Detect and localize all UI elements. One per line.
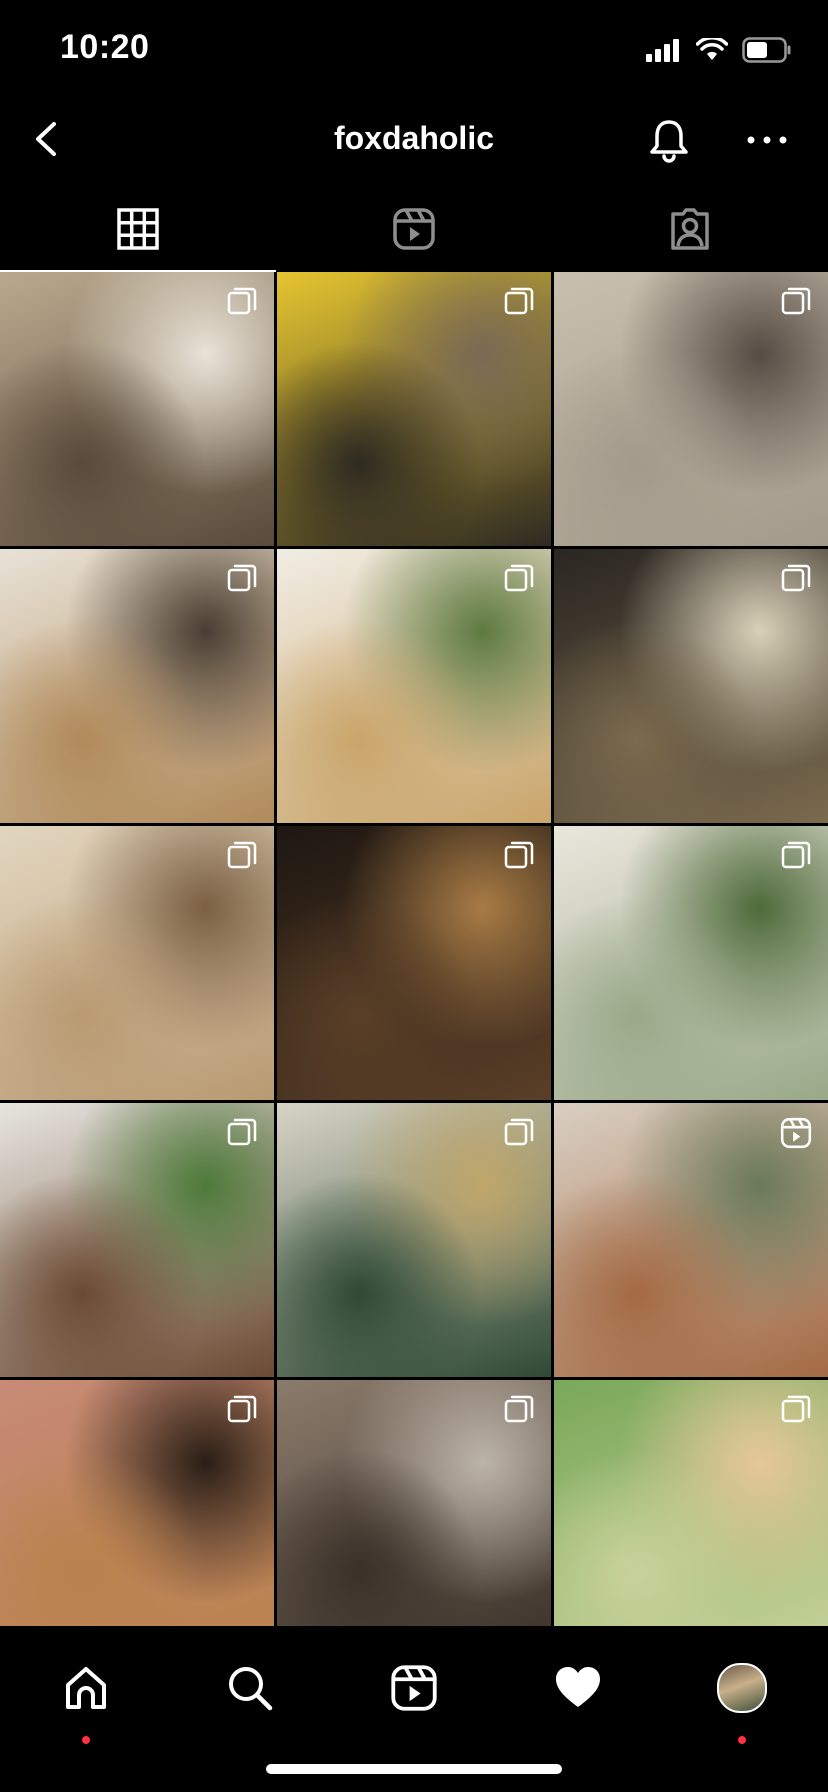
reels-icon (391, 1665, 437, 1711)
search-icon (229, 1667, 273, 1711)
heart-icon (556, 1667, 600, 1707)
carousel-icon (503, 840, 535, 872)
cellular-signal-icon (646, 39, 679, 62)
tab-reels[interactable] (276, 186, 552, 272)
posts-grid (0, 272, 828, 1654)
status-icons (646, 36, 792, 64)
post-thumbnail[interactable] (277, 272, 551, 546)
nav-profile[interactable] (702, 1648, 782, 1744)
post-thumbnail[interactable] (554, 1103, 828, 1377)
post-thumbnail[interactable] (0, 549, 274, 823)
post-thumbnail[interactable] (0, 1380, 274, 1654)
status-time: 10:20 (60, 28, 150, 66)
reels-icon (393, 208, 435, 250)
post-thumbnail[interactable] (0, 1103, 274, 1377)
bell-icon[interactable] (644, 116, 694, 166)
carousel-icon (226, 840, 258, 872)
status-bar: 10:20 (0, 0, 828, 96)
home-indicator (266, 1764, 562, 1774)
nav-reels[interactable] (374, 1648, 454, 1728)
post-thumbnail[interactable] (277, 1380, 551, 1654)
home-icon (66, 1667, 106, 1709)
post-thumbnail[interactable] (277, 549, 551, 823)
post-thumbnail[interactable] (277, 1103, 551, 1377)
post-thumbnail[interactable] (554, 272, 828, 546)
home-notification-dot (82, 1736, 90, 1744)
carousel-icon (226, 1394, 258, 1426)
post-thumbnail[interactable] (277, 826, 551, 1100)
carousel-icon (503, 286, 535, 318)
post-thumbnail[interactable] (0, 272, 274, 546)
more-options-icon[interactable] (742, 120, 792, 160)
nav-activity[interactable] (538, 1648, 618, 1728)
grid-icon (117, 208, 159, 250)
profile-tabs (0, 186, 828, 272)
carousel-icon (226, 1117, 258, 1149)
tab-tagged[interactable] (552, 186, 828, 272)
post-thumbnail[interactable] (554, 1380, 828, 1654)
post-thumbnail[interactable] (554, 826, 828, 1100)
carousel-icon (780, 1394, 812, 1426)
carousel-icon (780, 286, 812, 318)
nav-home[interactable] (46, 1648, 126, 1744)
battery-icon (742, 37, 791, 63)
username-title: foxdaholic (333, 120, 494, 156)
post-thumbnail[interactable] (0, 826, 274, 1100)
carousel-icon (503, 1117, 535, 1149)
tagged-person-icon (671, 208, 709, 250)
carousel-icon (503, 563, 535, 595)
carousel-icon (503, 1394, 535, 1426)
carousel-icon (780, 840, 812, 872)
wifi-icon (696, 38, 728, 60)
profile-avatar (717, 1663, 767, 1713)
carousel-icon (780, 563, 812, 595)
tab-posts-grid[interactable] (0, 186, 276, 272)
nav-search[interactable] (210, 1648, 290, 1728)
carousel-icon (226, 286, 258, 318)
profile-header: foxdaholic (0, 96, 828, 186)
post-thumbnail[interactable] (554, 549, 828, 823)
carousel-icon (226, 563, 258, 595)
reels-icon (780, 1117, 812, 1149)
profile-notification-dot (738, 1736, 746, 1744)
